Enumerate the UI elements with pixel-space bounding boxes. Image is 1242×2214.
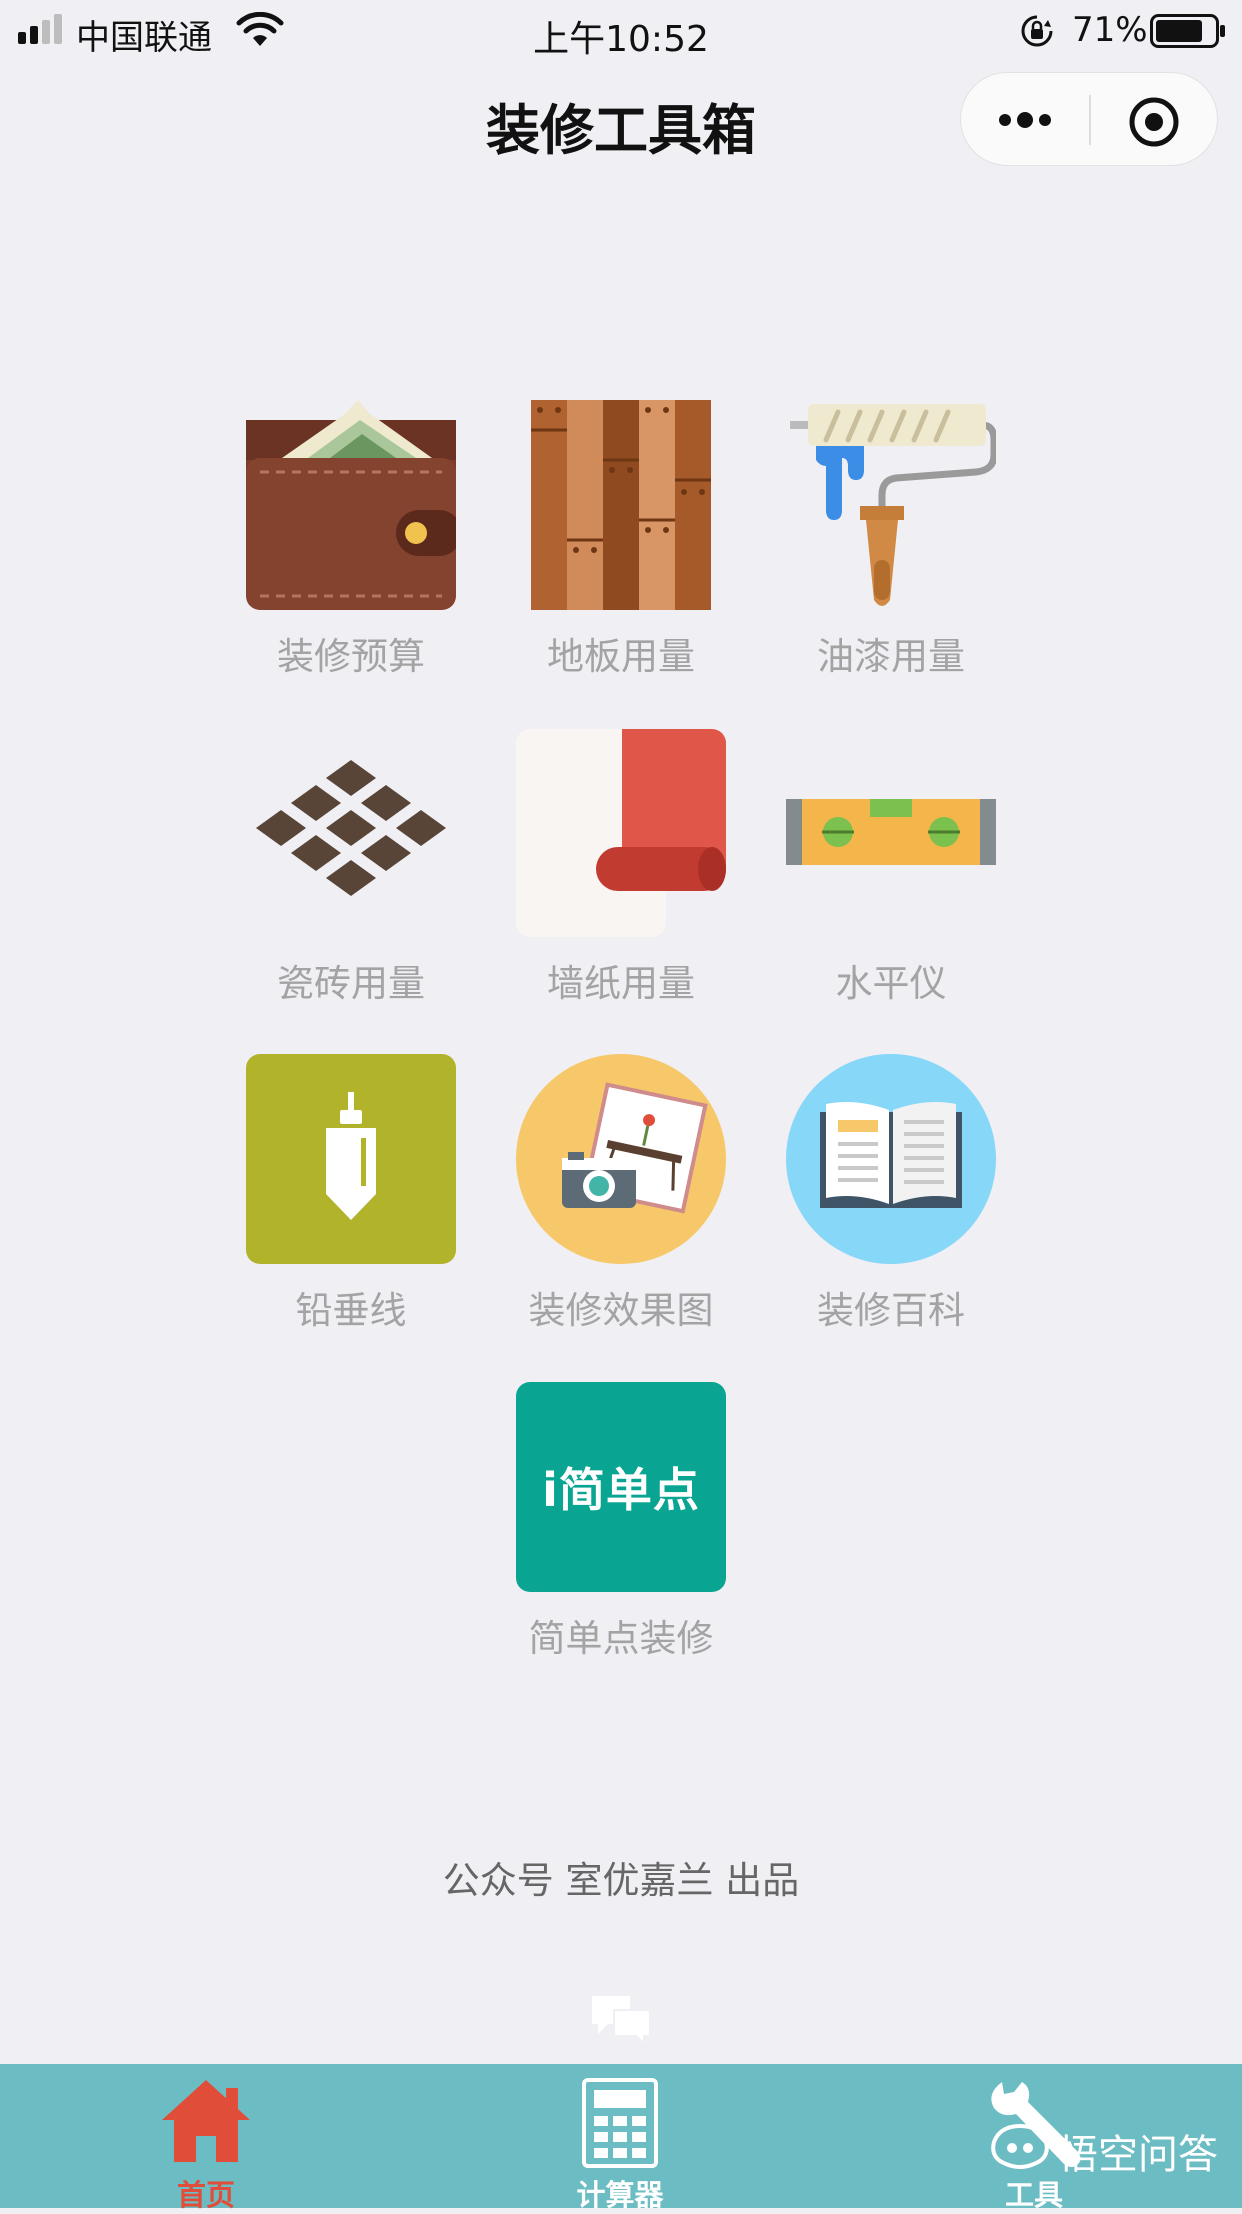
open-book-icon [786,1054,996,1264]
clock: 上午10:52 [533,19,709,60]
tool-label: 瓷砖用量 [277,962,425,1005]
spirit-level-icon [786,799,996,865]
jiandandian-logo-icon: i简单点 [516,1382,726,1592]
calculator-icon [582,2078,658,2168]
wukong-logo-icon [991,2123,1049,2169]
status-bar: 中国联通 上午10:52 71% [0,0,1242,62]
tab-home[interactable]: 首页 [106,2064,306,2212]
tool-label: 墙纸用量 [547,962,695,1005]
more-icon[interactable] [995,97,1055,143]
tab-bar: 首页 计算器 工具 悟空问答 [0,2064,1242,2212]
chat-bubbles-icon[interactable] [590,1994,652,2046]
home-icon [162,2080,250,2162]
tool-label: 水平仪 [835,962,947,1005]
wallet-icon [246,400,456,610]
rotation-lock-icon [1021,15,1053,47]
battery-percent: 71% [1072,10,1148,50]
tool-label: 装修预算 [277,635,425,678]
tool-label: 铅垂线 [295,1289,407,1332]
capsule-divider [1089,95,1091,145]
publisher-credit: 公众号 室优嘉兰 出品 [442,1859,800,1902]
tab-calculator[interactable]: 计算器 [520,2064,720,2212]
logo-text: i简单点 [542,1463,700,1517]
plumb-bob-icon [246,1054,456,1264]
battery-icon [1150,14,1225,48]
tool-label: 地板用量 [547,635,695,678]
tool-label: 装修效果图 [528,1289,714,1332]
close-miniprogram-icon[interactable] [1127,95,1181,149]
tiles-icon [256,760,446,896]
miniprogram-capsule [960,72,1218,166]
watermark-text: 悟空问答 [1058,2132,1218,2178]
paint-roller-icon [790,404,996,606]
tool-label: 装修百科 [817,1289,965,1332]
tool-label: 油漆用量 [817,635,965,678]
tool-label: 简单点装修 [528,1617,714,1660]
wallpaper-roll-icon [516,729,726,937]
photo-camera-icon [516,1054,726,1264]
wood-floor-icon [531,400,711,610]
